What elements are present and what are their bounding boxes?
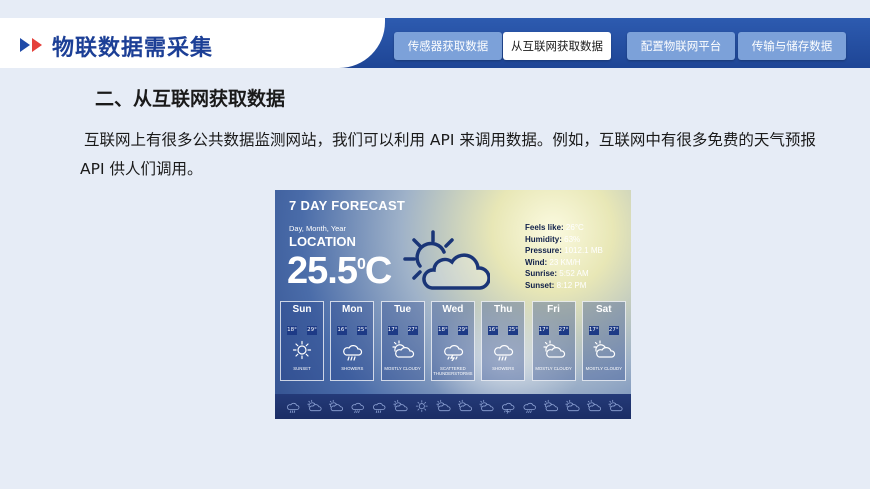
detail-sunset: Sunset: 8:12 PM (525, 280, 587, 290)
day-condition: SUNSET (293, 366, 311, 371)
day-low-temp: 18° (287, 326, 297, 335)
forecast-date: Day, Month, Year (289, 224, 346, 233)
day-card-mon: Mon 16° 25° SHOWERS (330, 301, 375, 381)
detail-feels-like: Feels like: 26°C (525, 223, 584, 232)
day-condition: MOSTLY CLOUDY (384, 366, 421, 371)
umbrella-icon (586, 399, 602, 412)
detail-sunrise: Sunrise: 5:52 AM (525, 269, 589, 279)
day-name: Sun (292, 304, 312, 315)
temperature-unit: C (364, 250, 392, 292)
detail-wind: Wind: 23 KM/H (525, 257, 581, 267)
day-low-temp: 18° (437, 326, 448, 335)
day-forecast-row: Sun 18° 29° SUNSET Mon 16° 25° SHOWERS Tue 17° 27°… (280, 301, 630, 381)
day-condition: SCATTERED THUNDERSTORMS (433, 366, 473, 376)
weather-icon-strip (275, 394, 631, 419)
lightning-icon (502, 402, 515, 414)
day-low-temp: 16° (337, 326, 348, 335)
degree-symbol: 0 (356, 256, 366, 273)
mostly-cloudy-icon (391, 339, 415, 365)
day-card-fri: Fri 17° 27° MOSTLY CLOUDY (531, 301, 576, 381)
sun-cloud-icon (436, 399, 451, 412)
day-card-wed: Wed 18° 29° SCATTERED THUNDERSTORMS (430, 301, 475, 381)
day-name: Sat (596, 304, 612, 315)
forecast-location: LOCATION (289, 234, 356, 249)
day-condition: MOSTLY CLOUDY (535, 366, 572, 371)
day-high-temp: 27° (608, 326, 619, 335)
section-paragraph: 互联网上有很多公共数据监测网站，我们可以利用 API 来调用数据。例如，互联网中… (80, 131, 816, 178)
day-low-temp: 17° (538, 326, 549, 335)
day-high-temp: 25° (508, 326, 519, 335)
day-name: Thu (494, 304, 513, 315)
day-card-sat: Sat 17° 27° MOSTLY CLOUDY (581, 301, 626, 381)
temperature-value: 25.5 (287, 250, 358, 292)
mostly-cloudy-icon (542, 339, 566, 365)
showers-icon (340, 339, 364, 365)
weather-details: Feels like: 26°C Humidity: 63% Pressure:… (525, 222, 603, 292)
cloud-rain-icon (373, 402, 386, 414)
app-title: 物联数据需采集 (52, 36, 214, 61)
day-card-sun: Sun 18° 29° SUNSET (280, 301, 324, 381)
sun-cloud-icon (543, 399, 559, 412)
logo-arrow-blue-icon (20, 38, 30, 52)
icon-strip-svg (287, 399, 623, 414)
day-high-temp: 29° (457, 326, 468, 335)
moon-icon (608, 399, 623, 412)
day-name: Tue (394, 304, 412, 315)
weather-forecast-image: 7 DAY FORECAST Day, Month, Year LOCATION… (275, 190, 631, 419)
snowflake-icon (565, 399, 580, 412)
day-low-temp: 16° (488, 326, 499, 335)
thunderstorm-icon (441, 339, 465, 365)
day-name: Mon (342, 304, 363, 315)
section-title: 二、从互联网获取数据 (95, 88, 286, 110)
day-name: Fri (547, 304, 560, 315)
showers-icon (491, 339, 515, 365)
mostly-cloudy-icon (592, 339, 616, 365)
day-condition: SHOWERS (492, 366, 515, 371)
moon-cloud-icon (307, 399, 322, 412)
sun-cloud-icon (393, 399, 408, 412)
day-name: Wed (442, 304, 464, 315)
day-card-thu: Thu 16° 25° SHOWERS (481, 301, 526, 381)
tab-iot-platform[interactable]: 配置物联网平台 (627, 32, 735, 60)
tab-internet-data[interactable]: 从互联网获取数据 (503, 32, 611, 60)
day-condition: SHOWERS (341, 366, 364, 371)
day-high-temp: 27° (407, 326, 418, 335)
top-header: 物联数据需采集 传感器获取数据 从互联网获取数据 配置物联网平台 传输与储存数据 (0, 18, 870, 68)
cloud-icon (479, 399, 494, 412)
day-condition: MOSTLY CLOUDY (585, 366, 622, 371)
day-high-temp: 25° (357, 326, 368, 335)
cloud-rain-icon (523, 402, 536, 414)
detail-pressure: Pressure: 1012.1 MB (525, 246, 603, 256)
day-low-temp: 17° (588, 326, 599, 335)
cloud-rain-icon (351, 402, 364, 414)
tab-sensor-data[interactable]: 传感器获取数据 (394, 32, 502, 60)
moon-cloud-icon (457, 399, 473, 412)
forecast-title: 7 DAY FORECAST (289, 198, 406, 213)
detail-humidity: Humidity: 63% (525, 234, 581, 244)
cloud-rain-icon (287, 402, 300, 414)
sun-icon (290, 339, 314, 365)
tab-transfer-storage[interactable]: 传输与储存数据 (738, 32, 846, 60)
day-card-tue: Tue 17° 27° MOSTLY CLOUDY (380, 301, 425, 381)
logo-arrow-red-icon (32, 38, 42, 52)
day-high-temp: 29° (307, 326, 317, 335)
day-high-temp: 27° (558, 326, 569, 335)
sun-icon (415, 400, 428, 413)
day-low-temp: 17° (387, 326, 398, 335)
current-temperature: 25.50C (287, 250, 392, 293)
sun-cloud-icon (403, 230, 490, 290)
cloud-icon (328, 399, 344, 412)
